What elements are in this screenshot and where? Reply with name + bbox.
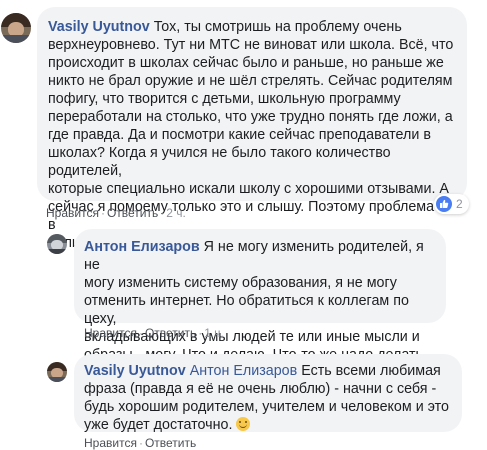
comment-bubble: Vasily Uyutnov Антон Елизаров Есть всеми…: [74, 354, 462, 433]
comment-bubble: Антон Елизаров Я не могу изменить родите…: [74, 229, 446, 363]
like-link[interactable]: Нравится: [84, 436, 137, 450]
timestamp[interactable]: 2 ч.: [166, 206, 186, 220]
smile-emoji-icon: [236, 417, 251, 431]
timestamp[interactable]: 1 ч.: [204, 326, 224, 340]
like-link[interactable]: Нравится: [84, 326, 137, 340]
comment-actions: Нравится · Ответить · 1 ч.: [84, 326, 224, 340]
reactions-count: 2: [456, 197, 463, 211]
avatar[interactable]: [1, 13, 31, 43]
comment-text: Я не могу изменить родителей, я не могу …: [84, 239, 427, 363]
reply-link[interactable]: Ответить: [145, 326, 196, 340]
comment-author[interactable]: Vasily Uyutnov: [48, 19, 150, 35]
like-link[interactable]: Нравится: [46, 206, 99, 220]
comment-author[interactable]: Vasily Uyutnov: [84, 363, 186, 379]
mention-link[interactable]: Антон Елизаров: [190, 363, 298, 379]
comment-author[interactable]: Антон Елизаров: [84, 239, 200, 255]
reply-link[interactable]: Ответить: [145, 436, 196, 450]
comment-bubble: Vasily Uyutnov Тох, ты смотришь на пробл…: [37, 7, 467, 251]
reply-link[interactable]: Ответить: [107, 206, 158, 220]
avatar[interactable]: [47, 362, 67, 382]
reactions-badge[interactable]: 2: [434, 194, 469, 214]
like-icon: [436, 196, 452, 212]
comment-actions: Нравится · Ответить: [84, 436, 197, 450]
avatar[interactable]: [47, 234, 67, 254]
comment-actions: Нравится · Ответить · 2 ч.: [46, 206, 186, 220]
